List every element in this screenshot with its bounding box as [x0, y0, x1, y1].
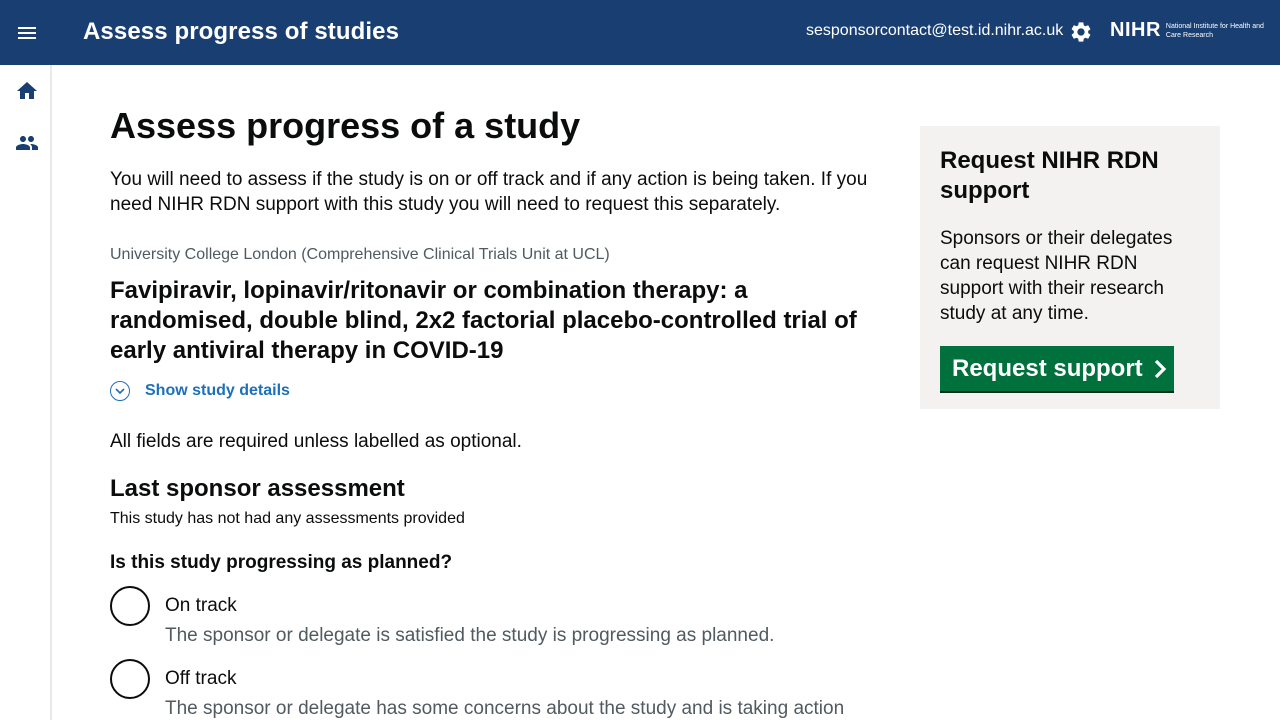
request-support-heading: Request NIHR RDN support: [940, 147, 1159, 204]
chevron-down-icon: [110, 381, 130, 401]
off-track-radio[interactable]: [110, 659, 150, 699]
logo-mark: NIHR: [1110, 19, 1161, 41]
show-study-details-label: Show study details: [145, 382, 290, 399]
last-assessment-text: This study has not had any assessments p…: [110, 510, 465, 527]
on-track-radio[interactable]: [110, 586, 150, 626]
app-header: Assess progress of studies sesponsorcont…: [0, 0, 1280, 65]
hamburger-icon: [18, 26, 36, 39]
nihr-logo: NIHR National Institute for Health and C…: [1110, 19, 1266, 42]
logo-subtitle: National Institute for Health and Care R…: [1165, 22, 1264, 39]
on-track-label[interactable]: On track: [165, 595, 237, 617]
required-note: All fields are required unless labelled …: [110, 431, 522, 452]
page-title: Assess progress of a study: [110, 105, 581, 146]
progress-question: Is this study progressing as planned?: [110, 552, 453, 573]
user-email: sesponsorcontact@test.id.nihr.ac.uk: [806, 22, 1064, 39]
home-icon: [17, 82, 37, 99]
intro-text: You will need to assess if the study is …: [110, 169, 868, 215]
app-title: Assess progress of studies: [83, 18, 400, 45]
sidebar: [0, 65, 52, 720]
users-icon: [16, 136, 38, 150]
off-track-hint: The sponsor or delegate has some concern…: [165, 698, 845, 719]
sidebar-item-users[interactable]: [15, 131, 39, 155]
chevron-right-icon: [1154, 359, 1166, 378]
on-track-hint: The sponsor or delegate is satisfied the…: [165, 625, 775, 646]
organisation-name: University College London (Comprehensive…: [110, 246, 610, 263]
show-study-details-toggle[interactable]: Show study details: [110, 381, 290, 401]
menu-button[interactable]: [0, 0, 54, 65]
last-assessment-heading: Last sponsor assessment: [110, 475, 405, 502]
study-title: Favipiravir, lopinavir/ritonavir or comb…: [110, 277, 857, 364]
request-support-panel: Request NIHR RDN support Sponsors or the…: [920, 126, 1220, 409]
sidebar-item-home[interactable]: [15, 79, 39, 103]
request-support-button-label: Request support: [952, 354, 1143, 382]
off-track-label[interactable]: Off track: [165, 668, 236, 690]
request-support-text: Sponsors or their delegates can request …: [940, 228, 1173, 324]
request-support-button[interactable]: Request support: [940, 346, 1174, 391]
gear-icon: [1071, 22, 1091, 42]
settings-button[interactable]: [1069, 20, 1093, 44]
